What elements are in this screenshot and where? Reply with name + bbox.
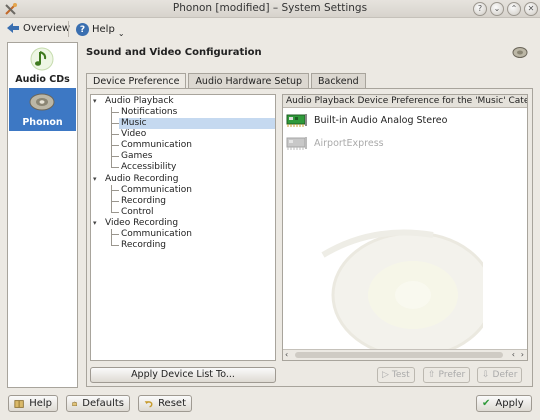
help-menu-button[interactable]: ? Help ⌄ xyxy=(76,21,125,38)
tree-item-communication[interactable]: Communication xyxy=(121,140,192,151)
apply-button[interactable]: ✔ Apply xyxy=(476,395,532,412)
scroll-right-icon[interactable]: › xyxy=(521,350,524,360)
overview-label: Overview xyxy=(23,22,71,34)
tree-item-notifications[interactable]: Notifications xyxy=(121,107,177,118)
undo-arrow-icon xyxy=(144,400,153,407)
tree-item-accessibility[interactable]: Accessibility xyxy=(121,162,176,173)
tree-item-video[interactable]: Video xyxy=(121,129,146,140)
checkmark-icon: ✔ xyxy=(482,398,491,409)
page-title: Sound and Video Configuration xyxy=(86,47,262,58)
prefer-label: Prefer xyxy=(438,370,466,380)
tree-branch-lines xyxy=(111,107,119,246)
scroll-left-icon[interactable]: ‹ xyxy=(285,350,288,360)
prefer-button[interactable]: ⇧ Prefer xyxy=(423,367,471,383)
sidebar-item-label: Phonon xyxy=(22,117,63,128)
window-title: Phonon [modified] – System Settings xyxy=(172,2,368,14)
category-sidebar: Audio CDs Phonon xyxy=(7,42,78,388)
device-row-airport-express[interactable]: AirportExpress xyxy=(286,134,384,152)
device-list-panel: Audio Playback Device Preference for the… xyxy=(282,94,528,361)
tree-item-games[interactable]: Games xyxy=(121,151,152,162)
tree-item-music[interactable]: Music xyxy=(119,118,275,129)
reset-label: Reset xyxy=(158,398,186,409)
tree-item-communication[interactable]: Communication xyxy=(121,185,192,196)
play-icon: ▷ xyxy=(382,370,389,380)
close-icon[interactable]: ✕ xyxy=(524,2,538,16)
help-circle-icon: ? xyxy=(76,23,89,36)
tree-item-communication[interactable]: Communication xyxy=(121,229,192,240)
category-tree: ▾ Audio Playback Notifications Music Vid… xyxy=(90,94,276,361)
tab-bar: Device Preference Audio Hardware Setup B… xyxy=(86,73,368,90)
help-menu-label: Help xyxy=(92,24,115,35)
scrollbar-thumb[interactable] xyxy=(295,352,503,358)
overview-button[interactable]: Overview xyxy=(6,22,70,34)
maximize-icon[interactable]: ⌃ xyxy=(507,2,521,16)
speaker-icon xyxy=(29,93,55,111)
device-row-builtin-audio[interactable]: Built-in Audio Analog Stereo xyxy=(286,111,447,129)
arrow-up-icon: ⇧ xyxy=(428,370,436,380)
apply-device-list-button[interactable]: Apply Device List To... xyxy=(90,367,276,383)
reset-button[interactable]: Reset xyxy=(138,395,192,412)
toolbar: Overview ? Help ⌄ xyxy=(0,18,540,40)
title-bar: Phonon [modified] – System Settings ? ⌄ … xyxy=(0,0,540,18)
module-header: Sound and Video Configuration xyxy=(86,44,532,68)
defer-button[interactable]: ⇩ Defer xyxy=(477,367,523,383)
horizontal-scrollbar[interactable]: ‹ ‹ › xyxy=(283,349,527,360)
toolbar-divider xyxy=(68,21,69,37)
minimize-icon[interactable]: ⌄ xyxy=(490,2,504,16)
music-note-icon xyxy=(30,47,54,71)
defer-label: Defer xyxy=(492,370,518,380)
defaults-button[interactable]: Defaults xyxy=(66,395,130,412)
tree-item-control[interactable]: Control xyxy=(121,207,154,218)
test-button[interactable]: ▷ Test xyxy=(377,367,415,383)
test-label: Test xyxy=(391,370,410,380)
sidebar-item-audio-cds[interactable]: Audio CDs xyxy=(9,44,76,88)
speaker-icon xyxy=(512,47,528,58)
sound-card-icon xyxy=(286,114,307,127)
tab-backend[interactable]: Backend xyxy=(311,73,366,89)
back-arrow-icon xyxy=(7,23,19,33)
tab-audio-hardware-setup[interactable]: Audio Hardware Setup xyxy=(188,73,309,89)
help-icon[interactable]: ? xyxy=(473,2,487,16)
scroll-left-icon[interactable]: ‹ xyxy=(512,350,515,360)
chevron-down-icon: ⌄ xyxy=(117,29,125,38)
sound-card-icon xyxy=(286,137,307,150)
device-name: Built-in Audio Analog Stereo xyxy=(314,114,448,126)
speaker-watermark-icon xyxy=(321,229,483,355)
help-book-icon xyxy=(14,399,24,408)
help-button[interactable]: Help xyxy=(8,395,58,412)
apply-label: Apply xyxy=(495,398,524,409)
arrow-down-icon: ⇩ xyxy=(482,370,490,380)
sidebar-item-label: Audio CDs xyxy=(15,74,70,85)
tree-item-recording[interactable]: Recording xyxy=(121,196,166,207)
defaults-icon xyxy=(72,401,78,406)
device-preference-panel: ▾ Audio Playback Notifications Music Vid… xyxy=(86,88,533,387)
defaults-label: Defaults xyxy=(82,398,124,409)
device-list-header: Audio Playback Device Preference for the… xyxy=(283,95,527,108)
tree-item-recording[interactable]: Recording xyxy=(121,240,166,251)
sidebar-item-phonon[interactable]: Phonon xyxy=(9,88,76,131)
device-name: AirportExpress xyxy=(314,137,384,149)
help-label: Help xyxy=(29,398,52,409)
